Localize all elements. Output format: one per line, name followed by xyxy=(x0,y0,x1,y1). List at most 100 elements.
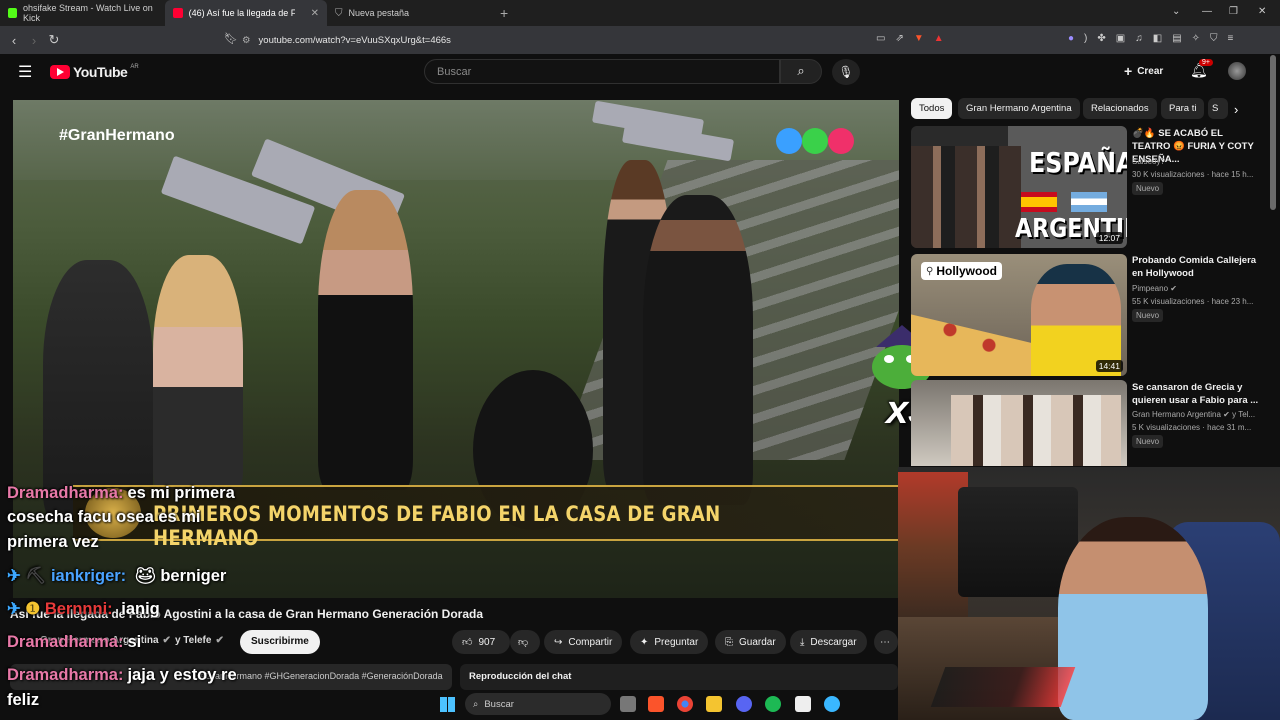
chips-next-icon[interactable]: › xyxy=(1234,102,1238,117)
new-tab-button[interactable]: + xyxy=(500,5,508,21)
voice-search-button[interactable]: 🎙︎ xyxy=(832,59,860,85)
back-icon[interactable]: ‹ xyxy=(4,33,24,48)
taskbar-search[interactable]: ⌕ Buscar xyxy=(465,693,611,715)
emote-icon: 🐸︎ xyxy=(134,567,156,585)
taskbar-search-placeholder: Buscar xyxy=(484,698,514,710)
verified-icon: ✔ xyxy=(1223,410,1230,419)
recommended-channel[interactable]: Pimpeano ✔ xyxy=(1132,284,1177,293)
recommended-channel[interactable]: Gran Hermano Argentina ✔ y Tel... xyxy=(1132,410,1255,419)
extension-icon[interactable]: ▣ xyxy=(1116,33,1125,44)
create-button[interactable]: + Crear xyxy=(1124,63,1163,79)
banner-text: PRIMEROS MOMENTOS DE FABIO EN LA CASA DE… xyxy=(153,502,721,550)
tab-new[interactable]: ⛉ Nueva pestaña xyxy=(327,0,492,26)
url-field[interactable]: ⚙ youtube.com/watch?v=eVuuSXqxUrg&t=466s xyxy=(242,30,962,50)
recommended-meta: 5 K visualizaciones · hace 31 m... xyxy=(1132,423,1252,432)
page-scrollbar[interactable] xyxy=(1270,55,1276,210)
vpn-icon[interactable]: ● xyxy=(1068,33,1074,44)
tab-kick[interactable]: ohsifake Stream - Watch Live on Kick xyxy=(0,0,165,26)
sidebar-icon[interactable]: ◧ xyxy=(1153,33,1162,44)
scene-person xyxy=(153,255,243,495)
brave-rewards-icon[interactable]: ▲ xyxy=(934,33,944,44)
search-button[interactable]: ⌕ xyxy=(780,59,822,84)
save-label: Guardar xyxy=(739,636,776,648)
dislike-button[interactable]: 👎︎ xyxy=(510,630,540,654)
recommended-title[interactable]: Probando Comida Callejera en Hollywood xyxy=(1132,254,1260,280)
hamburger-icon[interactable]: ☰ xyxy=(18,62,32,82)
video-hashtag: #GranHermano xyxy=(59,127,175,144)
share-button[interactable]: ↪ Compartir xyxy=(544,630,623,654)
capcut-icon[interactable] xyxy=(795,696,811,712)
chip-gran-hermano[interactable]: Gran Hermano Argentina xyxy=(958,98,1080,119)
telefe-logo xyxy=(776,128,854,154)
video-duration: 14:41 xyxy=(1095,360,1123,372)
reload-icon[interactable]: ↻ xyxy=(44,32,64,48)
recommended-thumbnail[interactable]: ⚲ Hollywood 14:41 xyxy=(911,254,1127,376)
channel-name: Gran Hermano Argentina xyxy=(1132,410,1221,419)
download-button[interactable]: ⤓ Descargar xyxy=(790,630,867,654)
subscribe-button[interactable]: Suscribirme xyxy=(240,630,320,654)
brave-icon[interactable] xyxy=(648,696,664,712)
channel-suffix[interactable]: y Telefe xyxy=(175,635,212,646)
chat-line: primera vez xyxy=(7,533,99,552)
recommended-thumbnail[interactable]: ESPAÑA ARGENTINA 12:07 xyxy=(911,126,1127,248)
spotify-icon[interactable] xyxy=(765,696,781,712)
twitter-badge-icon: ✈ xyxy=(7,600,21,618)
chat-message: ianig xyxy=(121,600,160,618)
tab-youtube[interactable]: (46) Así fue la llegada de Fabio A ✕ xyxy=(165,0,327,26)
site-info-icon[interactable]: ⚙ xyxy=(242,35,251,46)
warning-badge-icon: ❶ xyxy=(25,600,41,618)
cast-icon[interactable]: ▭ xyxy=(876,33,885,44)
close-window-icon[interactable]: ✕ xyxy=(1258,6,1266,17)
chrome-icon[interactable] xyxy=(677,696,693,712)
chip-todos[interactable]: Todos xyxy=(911,98,953,119)
twitter-badge-icon: ✈ xyxy=(7,567,21,585)
recommended-title[interactable]: Se cansaron de Grecia y quieren usar a F… xyxy=(1132,381,1260,407)
maximize-icon[interactable]: ❐ xyxy=(1229,6,1238,17)
channel-suffix: y Tel... xyxy=(1232,410,1256,419)
file-explorer-icon[interactable] xyxy=(706,696,722,712)
discord-icon[interactable] xyxy=(736,696,752,712)
menu-icon[interactable]: ≡ xyxy=(1228,33,1234,44)
wallet-icon[interactable]: ▤ xyxy=(1172,33,1181,44)
music-icon[interactable]: ♫ xyxy=(1135,33,1143,44)
avatar[interactable] xyxy=(1228,62,1246,80)
tab-list-icon[interactable]: ⌄ xyxy=(1172,6,1180,17)
start-icon[interactable] xyxy=(440,697,455,712)
forward-icon[interactable]: › xyxy=(24,33,44,48)
chat-message: primera vez xyxy=(7,533,99,551)
save-button[interactable]: ⎘ Guardar xyxy=(715,630,786,654)
chip-overflow[interactable]: S xyxy=(1208,98,1228,119)
search-icon: ⌕ xyxy=(473,698,479,710)
shield-icon[interactable]: ⛉ xyxy=(1210,33,1218,44)
like-count: 907 xyxy=(478,636,496,648)
chip-para-ti[interactable]: Para ti xyxy=(1161,98,1205,119)
task-view-icon[interactable] xyxy=(620,696,636,712)
bookmark-icon[interactable]: 🔖︎ xyxy=(224,32,238,45)
webcam-overlay xyxy=(898,467,1280,720)
recommended-thumbnail[interactable] xyxy=(911,380,1127,466)
chip-relacionados[interactable]: Relacionados xyxy=(1083,98,1157,119)
ask-label: Preguntar xyxy=(654,636,699,648)
like-button[interactable]: 👍︎ 907 xyxy=(452,630,510,654)
search-input[interactable]: Buscar xyxy=(424,59,780,84)
chat-message: berniger xyxy=(160,567,227,585)
new-badge: Nuevo xyxy=(1132,309,1164,322)
share-icon[interactable]: ⇗ xyxy=(895,33,903,44)
leo-icon[interactable]: ✧ xyxy=(1192,33,1200,44)
ask-button[interactable]: ✦ Preguntar xyxy=(630,630,709,654)
minimize-icon[interactable]: — xyxy=(1202,6,1212,17)
notifications-button[interactable]: 🔔︎ 9+ xyxy=(1190,59,1213,79)
app-icon[interactable] xyxy=(824,696,840,712)
puzzle-icon[interactable]: ✤ xyxy=(1097,33,1105,44)
url-text: youtube.com/watch?v=eVuuSXqxUrg&t=466s xyxy=(258,34,451,46)
brave-shields-icon[interactable]: ▼ xyxy=(914,33,924,44)
toolbar-icons: ● ) ✤ ▣ ♫ ◧ ▤ ✧ ⛉ ≡ xyxy=(1068,33,1233,44)
close-tab-icon[interactable]: ✕ xyxy=(311,8,319,19)
youtube-logo[interactable]: YouTube AR xyxy=(50,64,139,80)
chat-message: cosecha facu osea es mi xyxy=(7,508,201,526)
recommended-channel[interactable]: Salseoy? xyxy=(1132,157,1165,166)
chat-message: es mi primera xyxy=(127,484,235,502)
more-actions-button[interactable]: ⋯ xyxy=(874,630,898,654)
translate-icon[interactable]: ) xyxy=(1084,33,1087,44)
argentina-flag-icon xyxy=(1071,192,1107,212)
